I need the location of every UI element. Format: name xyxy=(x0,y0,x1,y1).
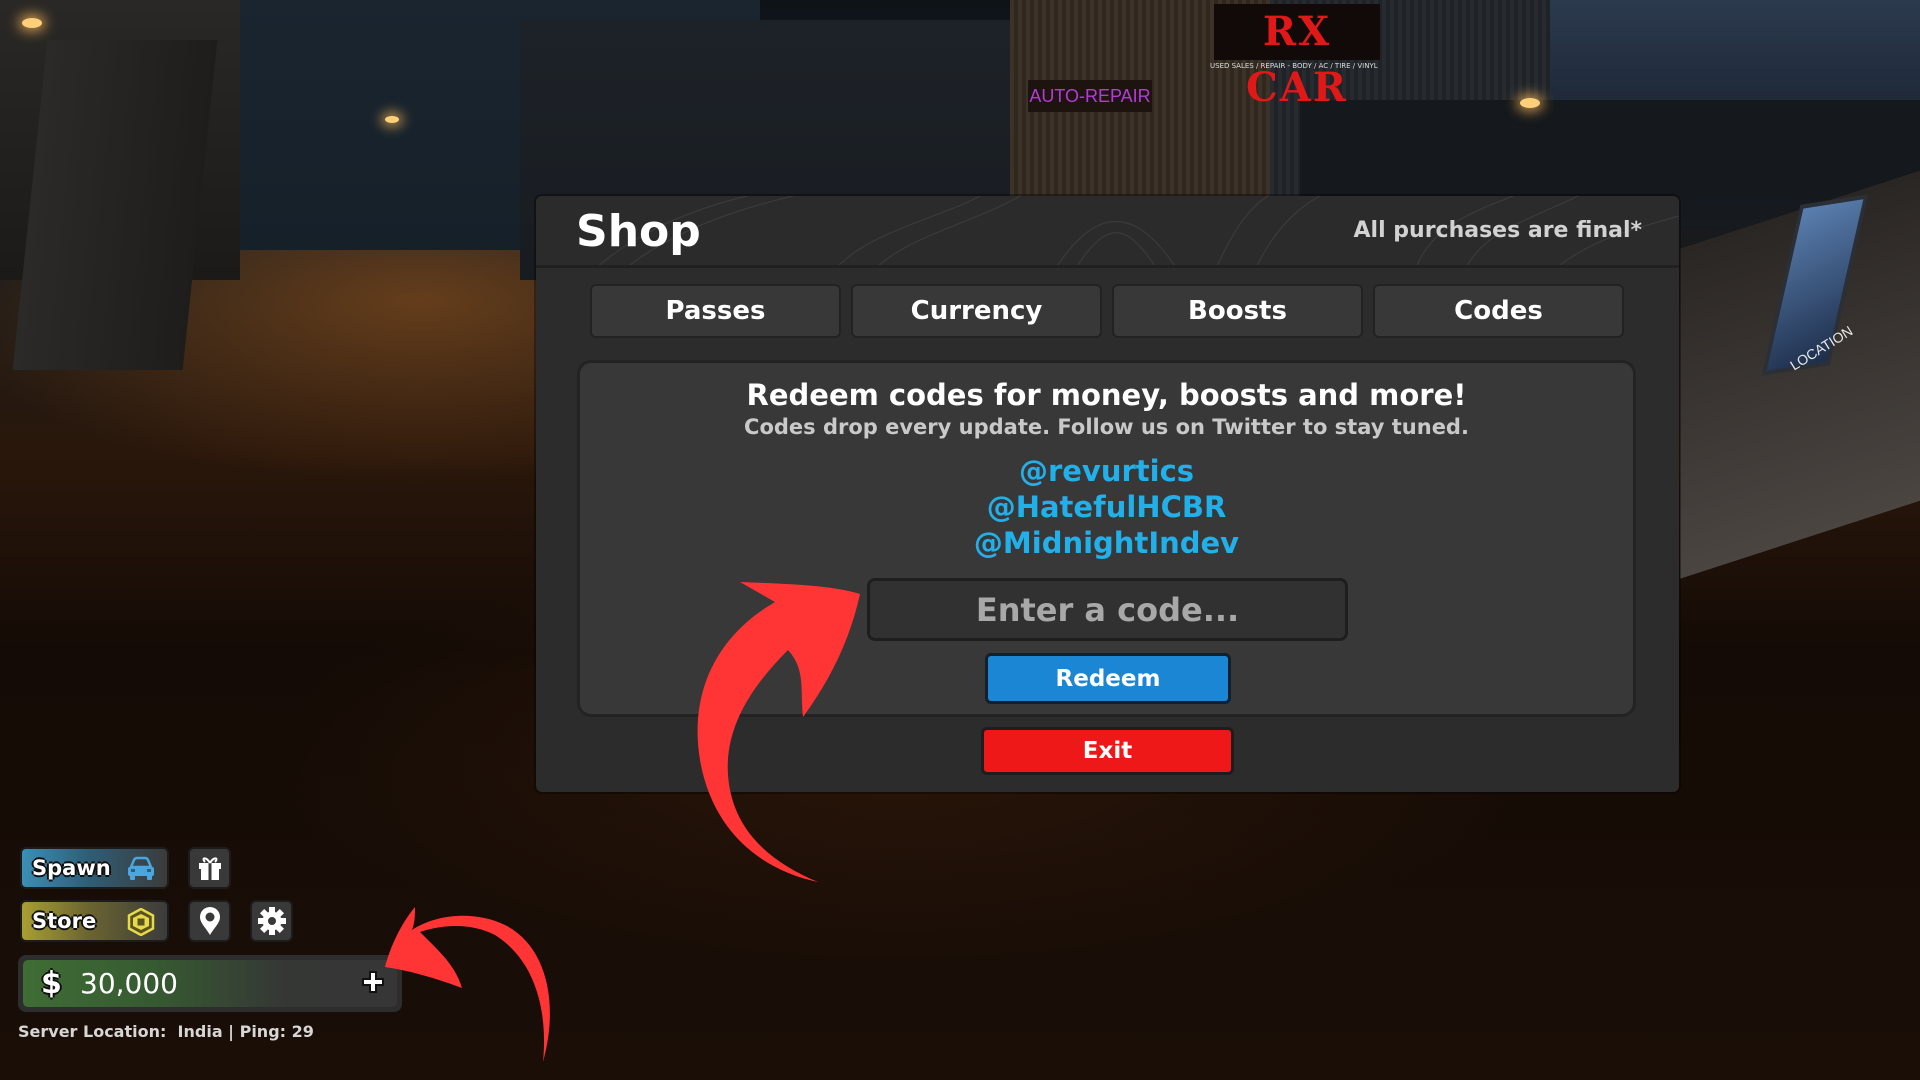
money-bar-fill: $ 30,000 xyxy=(23,960,397,1007)
gear-icon xyxy=(257,907,286,935)
codes-subline: Codes drop every update. Follow us on Tw… xyxy=(744,415,1469,439)
server-info: Server Location: India | Ping: 29 xyxy=(18,1022,314,1041)
twitter-handle: @revurtics xyxy=(1018,454,1195,488)
auto-repair-sign: AUTO-REPAIR xyxy=(1028,80,1152,112)
store-label: Store xyxy=(32,909,97,933)
background-pillar xyxy=(12,40,218,370)
codes-headline: Redeem codes for money, boosts and more! xyxy=(746,378,1467,412)
ceiling-lamp xyxy=(1520,98,1540,108)
gift-button[interactable] xyxy=(188,847,231,889)
settings-button[interactable] xyxy=(250,900,293,942)
store-button[interactable]: Store xyxy=(20,900,169,942)
spawn-button[interactable]: Spawn xyxy=(20,847,169,889)
ceiling-lamp xyxy=(385,116,399,123)
money-display: $ 30,000 xyxy=(18,955,402,1012)
rx-car-sign: RX CAR xyxy=(1214,4,1380,111)
background-roof xyxy=(1300,100,1920,200)
rx-car-subtitle: USED SALES / REPAIR - BODY / AC / TIRE /… xyxy=(1210,62,1380,70)
dollar-icon: $ xyxy=(41,966,62,1001)
tab-currency[interactable]: Currency xyxy=(851,284,1102,338)
car-icon xyxy=(128,856,154,880)
robux-icon xyxy=(127,908,155,936)
shop-title: Shop xyxy=(576,206,701,257)
tab-boosts[interactable]: Boosts xyxy=(1112,284,1363,338)
map-button[interactable] xyxy=(188,900,231,942)
shop-dialog: Shop All purchases are final* Passes Cur… xyxy=(536,196,1679,792)
plus-icon[interactable] xyxy=(357,966,389,998)
tab-codes[interactable]: Codes xyxy=(1373,284,1624,338)
spawn-label: Spawn xyxy=(32,856,111,880)
money-value: 30,000 xyxy=(80,967,178,1000)
redeem-button[interactable]: Redeem xyxy=(985,653,1231,704)
code-input[interactable] xyxy=(867,578,1348,641)
twitter-handle: @HatefulHCBR xyxy=(986,490,1227,524)
codes-section: Redeem codes for money, boosts and more!… xyxy=(577,360,1636,717)
exit-button[interactable]: Exit xyxy=(981,727,1234,775)
purchases-final-note: All purchases are final* xyxy=(1353,218,1642,243)
twitter-handle: @MidnightIndev xyxy=(973,526,1240,560)
tab-passes[interactable]: Passes xyxy=(590,284,841,338)
shop-header: Shop All purchases are final* xyxy=(536,196,1679,268)
ceiling-lamp xyxy=(22,18,42,28)
location-pin-icon xyxy=(199,907,220,935)
gift-icon xyxy=(198,857,221,880)
